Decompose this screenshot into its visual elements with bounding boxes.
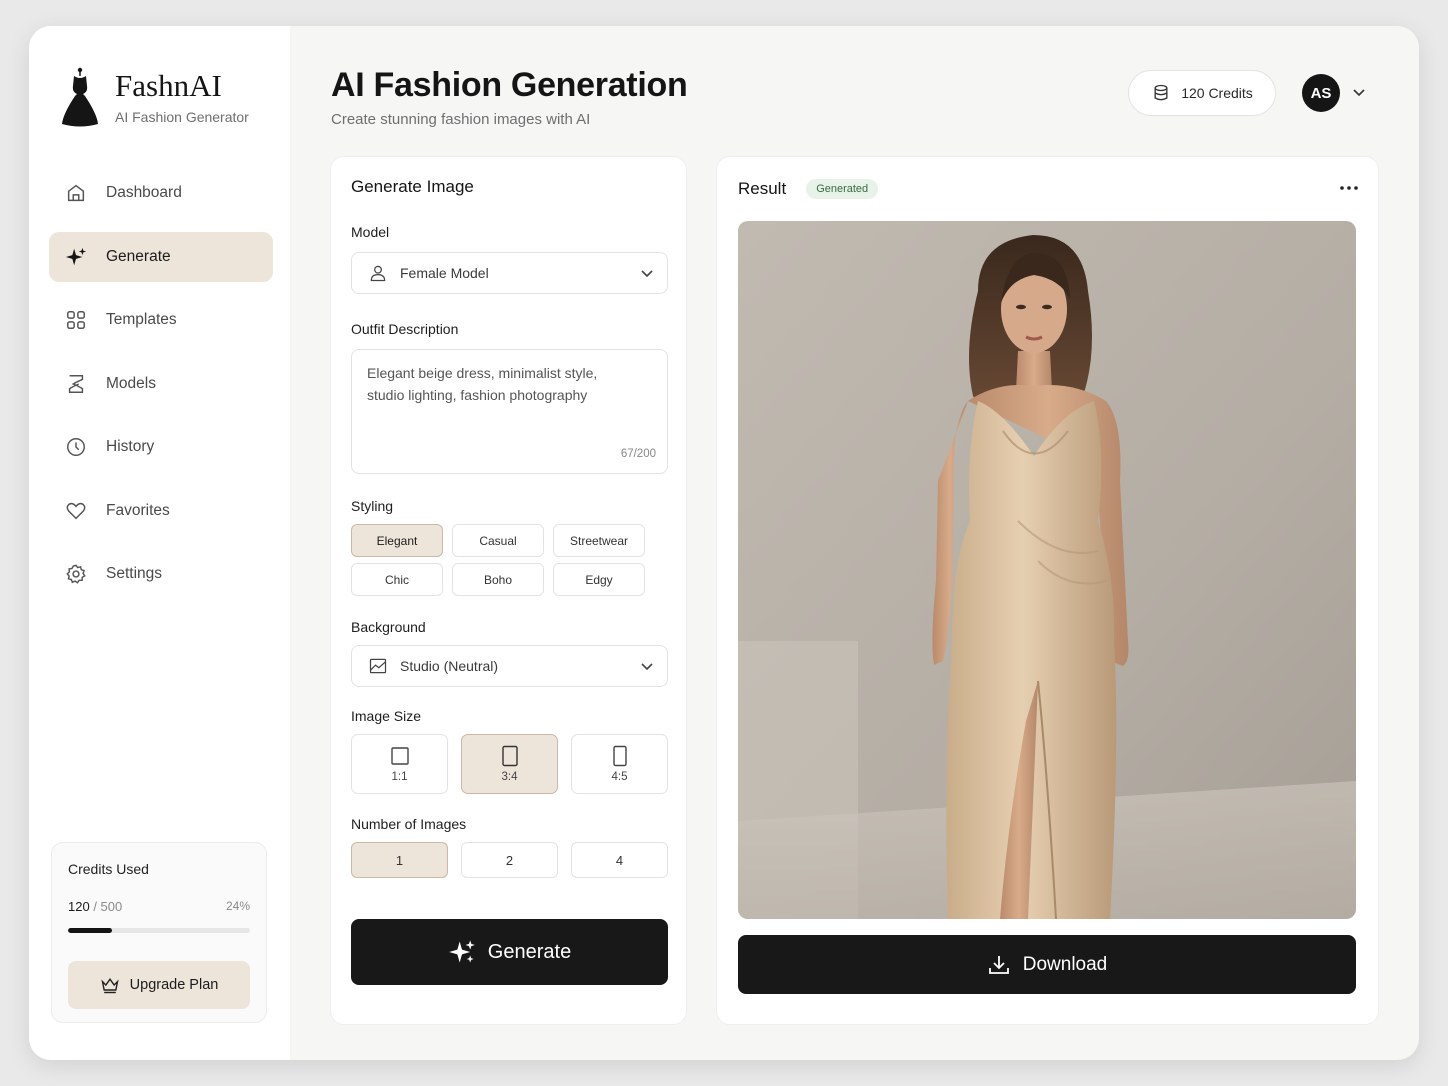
model-label: Model bbox=[351, 224, 390, 240]
size-option-label: 1:1 bbox=[391, 771, 408, 783]
result-panel: Result Generated Download bbox=[716, 156, 1379, 1025]
credits-progress-fill bbox=[68, 928, 112, 933]
size-option-label: 4:5 bbox=[611, 771, 628, 783]
heart-icon bbox=[65, 500, 87, 522]
credits-total-value: / 500 bbox=[93, 899, 123, 914]
more-options-icon[interactable] bbox=[1338, 181, 1360, 195]
result-title: Result bbox=[738, 179, 787, 198]
portrait-icon bbox=[612, 745, 627, 767]
sparkle-icon bbox=[448, 940, 475, 963]
credits-used-value: 120 bbox=[68, 899, 90, 914]
page-title: AI Fashion Generation bbox=[331, 66, 688, 104]
image-icon bbox=[369, 658, 387, 674]
credits-usage-card: Credits Used 120 / 500 24% Upgrade Plan bbox=[51, 842, 267, 1023]
sidebar-item-label: Favorites bbox=[106, 501, 170, 519]
app-window: FashnAI AI Fashion Generator Dashboard G… bbox=[29, 26, 1419, 1060]
home-icon bbox=[65, 182, 87, 204]
character-count: 67/200 bbox=[620, 447, 656, 460]
outfit-description-label: Outfit Description bbox=[351, 321, 459, 337]
model-icon bbox=[65, 373, 87, 395]
number-of-images-label: Number of Images bbox=[351, 816, 467, 832]
chevron-down-icon[interactable] bbox=[1351, 84, 1367, 100]
background-select[interactable]: Studio (Neutral) bbox=[351, 645, 668, 687]
model-in-beige-dress-image bbox=[738, 221, 1356, 919]
sidebar-item-models[interactable]: Models bbox=[49, 359, 273, 409]
credits-card-title: Credits Used bbox=[68, 861, 149, 877]
model-select[interactable]: Female Model bbox=[351, 252, 668, 294]
square-icon bbox=[390, 747, 409, 765]
download-button-label: Download bbox=[1022, 953, 1108, 975]
sidebar-item-label: Templates bbox=[106, 311, 177, 328]
style-chip-edgy[interactable]: Edgy bbox=[553, 563, 645, 596]
generated-fashion-image[interactable] bbox=[738, 221, 1356, 919]
size-option-3-4[interactable]: 3:4 bbox=[461, 734, 558, 794]
credits-progress-bar bbox=[68, 928, 250, 933]
model-select-value: Female Model bbox=[400, 265, 489, 281]
gear-icon bbox=[65, 563, 87, 585]
style-chip-boho[interactable]: Boho bbox=[452, 563, 544, 596]
coins-icon bbox=[1154, 84, 1168, 101]
style-chip-streetwear[interactable]: Streetwear bbox=[553, 524, 645, 557]
credits-pill[interactable]: 120 Credits bbox=[1128, 70, 1276, 116]
crown-icon bbox=[101, 977, 119, 994]
status-badge: Generated bbox=[806, 179, 879, 199]
credits-usage-row: 120 / 500 24% bbox=[68, 899, 250, 914]
avatar[interactable]: AS bbox=[1302, 74, 1340, 112]
image-count-option-4[interactable]: 4 bbox=[571, 842, 668, 878]
sidebar-item-settings[interactable]: Settings bbox=[49, 549, 273, 599]
brand[interactable]: FashnAI AI Fashion Generator bbox=[61, 66, 249, 128]
download-button[interactable]: Download bbox=[738, 935, 1356, 994]
style-chip-casual[interactable]: Casual bbox=[452, 524, 544, 557]
credits-percent: 24% bbox=[225, 899, 250, 913]
sidebar-item-label: Models bbox=[106, 374, 156, 392]
result-header: Result Generated bbox=[738, 179, 879, 199]
grid-icon bbox=[65, 309, 87, 331]
image-count-option-2[interactable]: 2 bbox=[461, 842, 558, 878]
outfit-description-text: Elegant beige dress, minimalist style, s… bbox=[367, 365, 598, 403]
generate-button-label: Generate bbox=[487, 940, 572, 963]
upgrade-plan-button[interactable]: Upgrade Plan bbox=[68, 961, 250, 1009]
sidebar-nav: Dashboard Generate Templates Models Hist… bbox=[49, 168, 273, 613]
sidebar-item-dashboard[interactable]: Dashboard bbox=[49, 168, 273, 218]
sidebar-item-generate[interactable]: Generate bbox=[49, 231, 273, 282]
sidebar: FashnAI AI Fashion Generator Dashboard G… bbox=[29, 26, 290, 1060]
style-chip-chic[interactable]: Chic bbox=[351, 563, 443, 596]
chevron-down-icon bbox=[641, 270, 653, 278]
clock-icon bbox=[65, 436, 87, 458]
sidebar-item-label: Generate bbox=[106, 247, 171, 265]
image-size-label: Image Size bbox=[351, 708, 422, 724]
generate-image-panel: Generate Image Model Female Model Outfit… bbox=[330, 156, 687, 1025]
background-select-value: Studio (Neutral) bbox=[400, 658, 499, 674]
user-icon bbox=[370, 265, 386, 282]
portrait-icon bbox=[501, 745, 518, 767]
sidebar-item-label: History bbox=[106, 438, 155, 455]
outfit-description-field[interactable]: Elegant beige dress, minimalist style, s… bbox=[351, 349, 668, 474]
style-chip-elegant[interactable]: Elegant bbox=[351, 524, 443, 557]
size-option-1-1[interactable]: 1:1 bbox=[351, 734, 448, 794]
background-label: Background bbox=[351, 619, 426, 635]
page-subtitle: Create stunning fashion images with AI bbox=[331, 111, 591, 128]
image-count-option-1[interactable]: 1 bbox=[351, 842, 448, 878]
generate-button[interactable]: Generate bbox=[351, 919, 668, 985]
sidebar-item-templates[interactable]: Templates bbox=[49, 295, 273, 345]
sidebar-item-history[interactable]: History bbox=[49, 422, 273, 472]
sidebar-item-label: Dashboard bbox=[106, 184, 182, 201]
size-option-label: 3:4 bbox=[501, 771, 518, 783]
styling-label: Styling bbox=[351, 498, 394, 514]
upgrade-plan-label: Upgrade Plan bbox=[129, 977, 219, 993]
brand-name: FashnAI bbox=[115, 68, 222, 103]
sidebar-item-favorites[interactable]: Favorites bbox=[49, 486, 273, 536]
generate-panel-title: Generate Image bbox=[351, 177, 474, 196]
dress-logo-icon bbox=[62, 67, 98, 127]
credits-pill-label: 120 Credits bbox=[1181, 85, 1253, 101]
download-icon bbox=[988, 955, 1009, 974]
chevron-down-icon bbox=[641, 663, 653, 671]
size-option-4-5[interactable]: 4:5 bbox=[571, 734, 668, 794]
sparkle-icon bbox=[65, 246, 87, 268]
brand-subtitle: AI Fashion Generator bbox=[115, 109, 249, 125]
sidebar-item-label: Settings bbox=[106, 565, 163, 582]
